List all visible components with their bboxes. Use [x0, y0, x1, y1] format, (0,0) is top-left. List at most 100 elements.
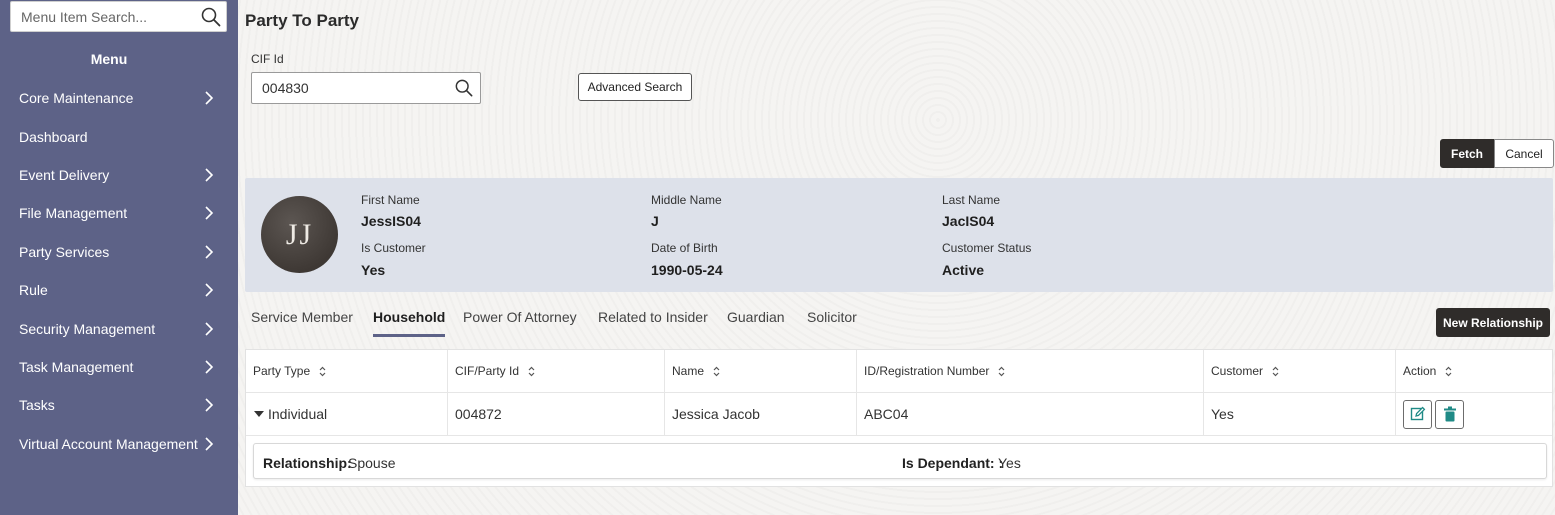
column-header-id-registration[interactable]: ID/Registration Number	[857, 350, 1204, 393]
chevron-right-icon	[205, 398, 214, 412]
cell-id-registration: ABC04	[857, 393, 1204, 436]
relationship-label: Relationship:	[263, 455, 352, 471]
column-header-name[interactable]: Name	[665, 350, 857, 393]
menu-list: Core Maintenance Dashboard Event Deliver…	[0, 79, 238, 463]
column-header-label: Party Type	[253, 364, 311, 378]
main-content: Party To Party CIF Id Advanced Search Fe…	[238, 0, 1555, 515]
tab-service-member[interactable]: Service Member	[251, 309, 353, 325]
fetch-button[interactable]: Fetch	[1440, 139, 1494, 168]
chevron-right-icon	[205, 245, 214, 259]
chevron-right-icon	[205, 437, 214, 451]
sidebar-item-label: Dashboard	[19, 128, 88, 145]
dob-label: Date of Birth	[651, 241, 718, 255]
sidebar-item-core-maintenance[interactable]: Core Maintenance	[0, 79, 238, 117]
edit-icon	[1410, 406, 1425, 421]
first-name-label: First Name	[361, 193, 420, 207]
sort-icon[interactable]	[1272, 366, 1279, 377]
sidebar-item-label: Rule	[19, 282, 48, 299]
avatar: JJ	[261, 196, 338, 273]
column-header-action[interactable]: Action	[1396, 350, 1552, 393]
sidebar-item-task-management[interactable]: Task Management	[0, 348, 238, 386]
delete-button[interactable]	[1435, 399, 1464, 429]
sidebar-item-label: Tasks	[19, 397, 55, 414]
sort-icon[interactable]	[1445, 366, 1452, 377]
sidebar-item-label: Virtual Account Management	[19, 435, 198, 452]
sidebar-item-label: Event Delivery	[19, 166, 110, 183]
sidebar-item-security-management[interactable]: Security Management	[0, 309, 238, 347]
chevron-right-icon	[205, 206, 214, 220]
sidebar-item-tasks[interactable]: Tasks	[0, 386, 238, 424]
cell-text: Individual	[268, 406, 328, 422]
sidebar-item-party-services[interactable]: Party Services	[0, 233, 238, 271]
relationship-value: Spouse	[348, 455, 396, 471]
advanced-search-button[interactable]: Advanced Search	[578, 73, 692, 101]
cell-name: Jessica Jacob	[665, 393, 857, 436]
tab-solicitor[interactable]: Solicitor	[807, 309, 857, 325]
column-header-label: Name	[672, 364, 705, 378]
cell-customer: Yes	[1204, 393, 1396, 436]
chevron-right-icon	[205, 360, 214, 374]
last-name-label: Last Name	[942, 193, 1001, 207]
new-relationship-button[interactable]: New Relationship	[1436, 308, 1550, 337]
sort-icon[interactable]	[713, 366, 720, 377]
customer-status-label: Customer Status	[942, 241, 1032, 255]
page-title: Party To Party	[245, 11, 360, 30]
dob-value: 1990-05-24	[651, 262, 723, 278]
sort-icon[interactable]	[998, 366, 1005, 377]
sort-icon[interactable]	[528, 366, 535, 377]
party-profile-card: JJ First Name JessIS04 Middle Name J Las…	[245, 178, 1553, 292]
column-header-party-type[interactable]: Party Type	[246, 350, 448, 393]
caret-down-icon[interactable]	[254, 410, 264, 418]
relationship-table: Party Type CIF/Party Id Name ID/Registra…	[245, 349, 1553, 487]
middle-name-label: Middle Name	[651, 193, 722, 207]
first-name-value: JessIS04	[361, 213, 421, 229]
column-header-customer[interactable]: Customer	[1204, 350, 1396, 393]
column-header-label: ID/Registration Number	[864, 364, 990, 378]
menu-search-input[interactable]	[11, 2, 196, 31]
cif-id-input[interactable]	[252, 73, 447, 103]
sidebar-item-rule[interactable]: Rule	[0, 271, 238, 309]
sidebar-item-label: Security Management	[19, 320, 156, 337]
sidebar-item-dashboard[interactable]: Dashboard	[0, 117, 238, 155]
chevron-right-icon	[205, 168, 214, 182]
sidebar-item-event-delivery[interactable]: Event Delivery	[0, 156, 238, 194]
sidebar-item-file-management[interactable]: File Management	[0, 194, 238, 232]
menu-title: Menu	[90, 51, 128, 67]
middle-name-value: J	[651, 213, 659, 229]
sidebar-item-label: File Management	[19, 205, 128, 222]
search-icon[interactable]	[455, 79, 473, 97]
last-name-value: JacIS04	[942, 213, 995, 229]
tab-power-of-attorney[interactable]: Power Of Attorney	[463, 309, 577, 325]
is-dependant-label: Is Dependant: :	[902, 455, 1004, 471]
column-header-label: Action	[1403, 364, 1437, 378]
cell-cif: 004872	[448, 393, 665, 436]
chevron-right-icon	[205, 91, 214, 105]
sidebar-item-virtual-account-management[interactable]: Virtual Account Management	[0, 425, 238, 463]
row-detail-panel: Relationship: Spouse Is Dependant: : Yes	[253, 443, 1547, 479]
search-icon[interactable]	[201, 7, 221, 27]
tab-related-to-insider[interactable]: Related to Insider	[598, 309, 708, 325]
sidebar: Menu Core Maintenance Dashboard Event De…	[0, 0, 238, 515]
is-customer-value: Yes	[361, 262, 386, 278]
cancel-button[interactable]: Cancel	[1494, 139, 1554, 168]
column-header-label: Customer	[1211, 364, 1264, 378]
cif-id-field[interactable]	[251, 72, 481, 104]
sidebar-item-label: Party Services	[19, 243, 110, 260]
chevron-right-icon	[205, 283, 214, 297]
sidebar-item-label: Task Management	[19, 358, 134, 375]
customer-status-value: Active	[942, 262, 985, 278]
tab-guardian[interactable]: Guardian	[727, 309, 785, 325]
edit-button[interactable]	[1403, 399, 1432, 429]
chevron-right-icon	[205, 321, 214, 336]
column-header-cif-party-id[interactable]: CIF/Party Id	[448, 350, 665, 393]
tab-household[interactable]: Household	[373, 309, 446, 337]
is-customer-label: Is Customer	[361, 241, 426, 255]
cif-id-label: CIF Id	[251, 52, 284, 66]
sidebar-item-label: Core Maintenance	[19, 90, 134, 107]
menu-search-box[interactable]	[10, 1, 227, 32]
sort-icon[interactable]	[319, 366, 326, 377]
cell-party-type: Individual	[246, 393, 448, 436]
is-dependant-value: Yes	[998, 455, 1021, 471]
cell-action	[1396, 393, 1552, 436]
column-header-label: CIF/Party Id	[455, 364, 520, 378]
